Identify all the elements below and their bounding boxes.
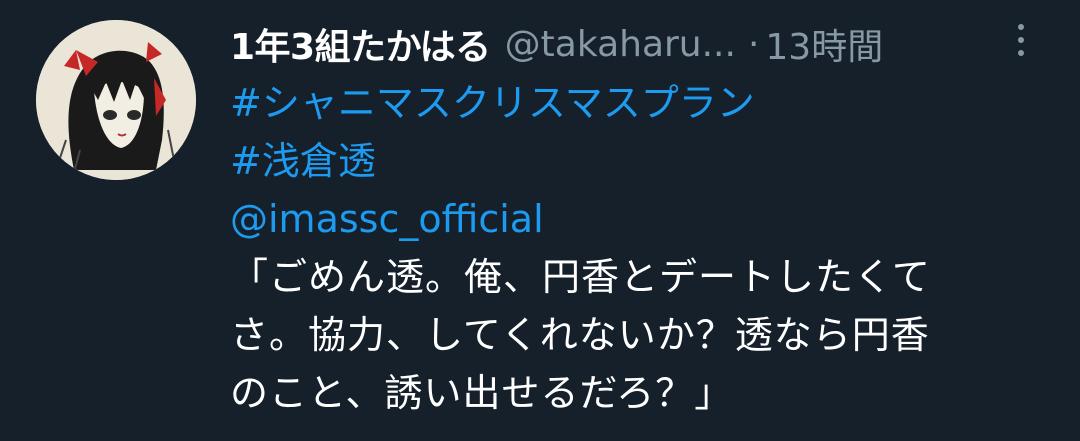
tweet-text-line: さ。協力、してくれないか？透なら円香	[230, 313, 930, 357]
more-vertical-icon[interactable]	[1012, 22, 1030, 58]
tweet-body: #シャニマスクリスマスプラン #浅倉透 @imassc_official 「ごめ…	[230, 74, 1050, 422]
avatar-illustration	[36, 20, 196, 180]
user-handle[interactable]: @takaharu...	[505, 24, 736, 65]
tweet-header: 1年3組たかはる @takaharu... · 13時間	[230, 18, 1030, 70]
separator-dot: ·	[747, 23, 760, 65]
tweet-text-line: 「ごめん透。俺、円香とデートしたくて	[230, 255, 931, 299]
tweet-text-line: のこと、誘い出せるだろ？」	[230, 371, 734, 415]
tweet[interactable]: 1年3組たかはる @takaharu... · 13時間 #シャニマスクリスマス…	[0, 0, 1080, 441]
display-name[interactable]: 1年3組たかはる	[230, 18, 491, 70]
timestamp[interactable]: 13時間	[765, 18, 883, 70]
avatar[interactable]	[36, 20, 196, 180]
mention-link[interactable]: @imassc_official	[230, 197, 544, 241]
hashtag-link[interactable]: #浅倉透	[230, 139, 376, 183]
hashtag-link[interactable]: #シャニマスクリスマスプラン	[230, 81, 755, 125]
